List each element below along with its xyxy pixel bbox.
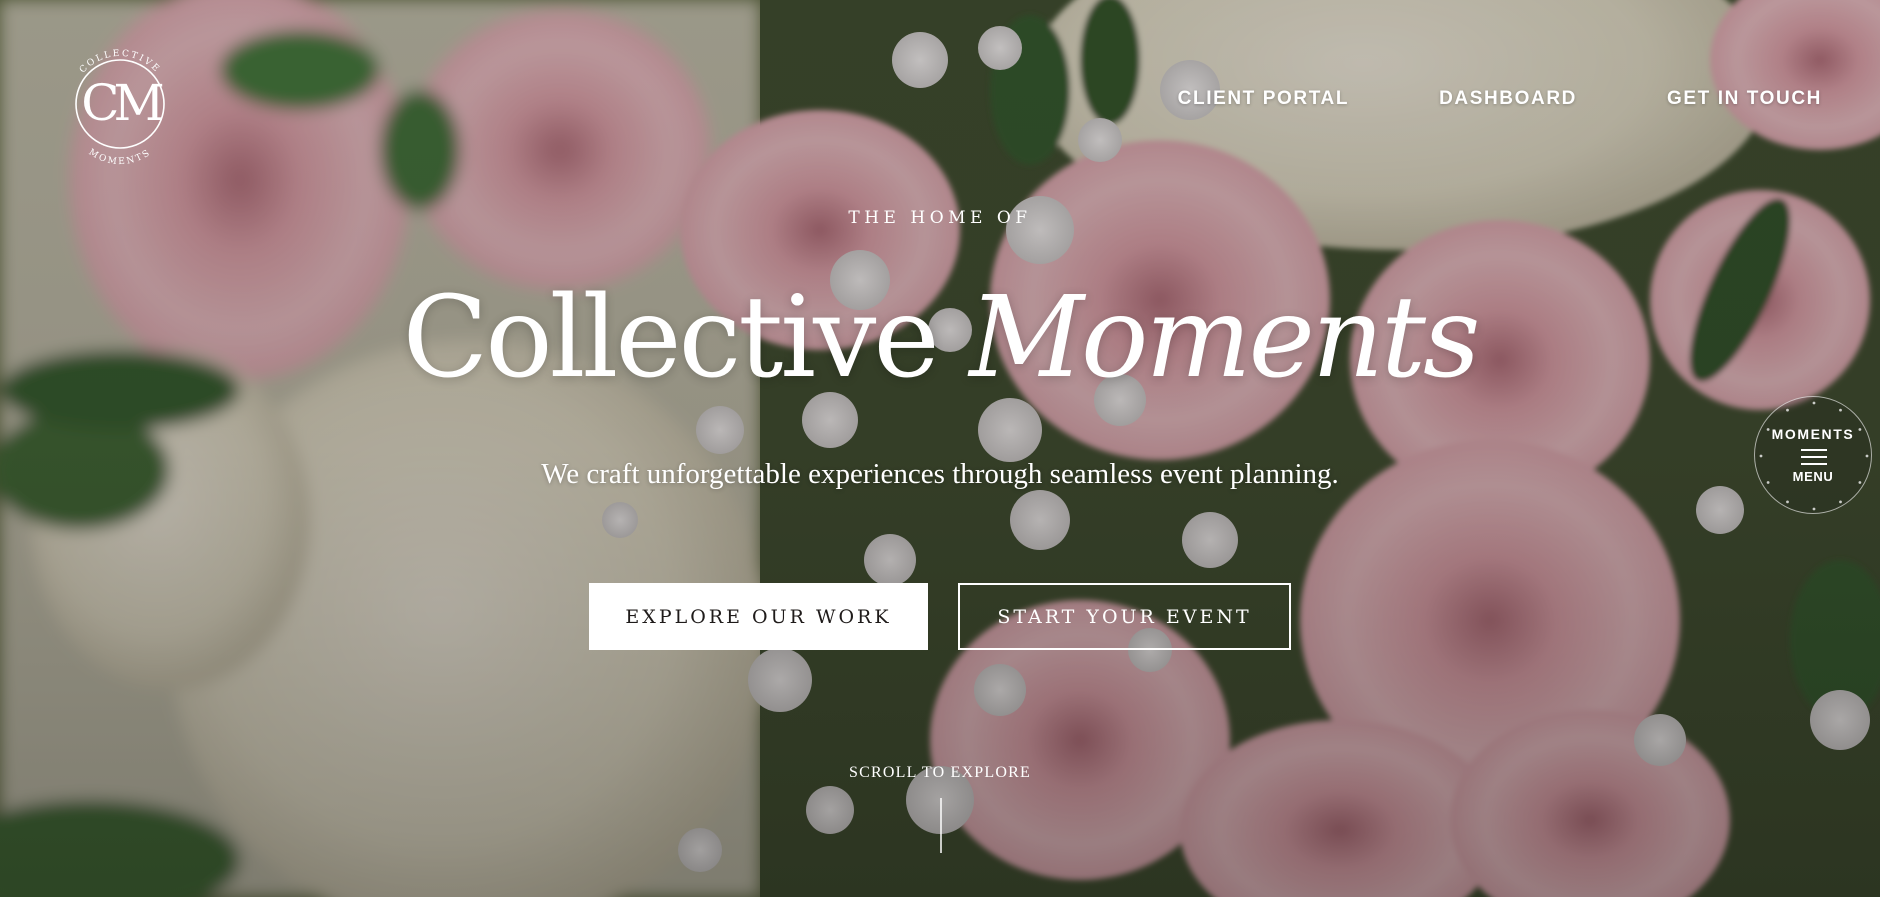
nav-dashboard[interactable]: DASHBOARD: [1439, 88, 1577, 110]
hamburger-icon: [1801, 449, 1827, 465]
scroll-hint[interactable]: SCROLL TO EXPLORE: [0, 764, 1880, 782]
start-your-event-button[interactable]: START YOUR EVENT: [958, 583, 1291, 650]
svg-text:MOMENTS: MOMENTS: [87, 148, 154, 168]
explore-our-work-button[interactable]: EXPLORE OUR WORK: [589, 583, 928, 650]
hero-section: COLLECTIVE MOMENTS CM CLIENT PORTAL DASH…: [0, 0, 1880, 897]
hero-subhead: We craft unforgettable experiences throu…: [541, 458, 1339, 490]
headline-italic: Moments: [969, 273, 1480, 403]
top-navigation: CLIENT PORTAL DASHBOARD GET IN TOUCH: [1178, 88, 1822, 110]
menu-badge-bottom-label: MENU: [1792, 469, 1834, 484]
menu-badge-top-label: MOMENTS: [1771, 426, 1855, 442]
scroll-indicator-line: [940, 798, 942, 853]
brand-logo[interactable]: COLLECTIVE MOMENTS CM: [50, 34, 190, 174]
menu-badge-button[interactable]: MOMENTS MENU: [1754, 396, 1872, 514]
nav-get-in-touch[interactable]: GET IN TOUCH: [1667, 88, 1822, 110]
logo-ring-bottom: MOMENTS: [87, 148, 151, 168]
hero-headline: Collective Moments: [0, 268, 1880, 408]
nav-client-portal[interactable]: CLIENT PORTAL: [1178, 88, 1349, 110]
hero-overlay: [0, 0, 1880, 897]
hero-eyebrow: THE HOME OF: [848, 208, 1032, 228]
hero-cta-group: EXPLORE OUR WORK START YOUR EVENT: [0, 583, 1880, 650]
logo-monogram: CM: [81, 74, 162, 132]
headline-regular: Collective: [402, 273, 940, 403]
